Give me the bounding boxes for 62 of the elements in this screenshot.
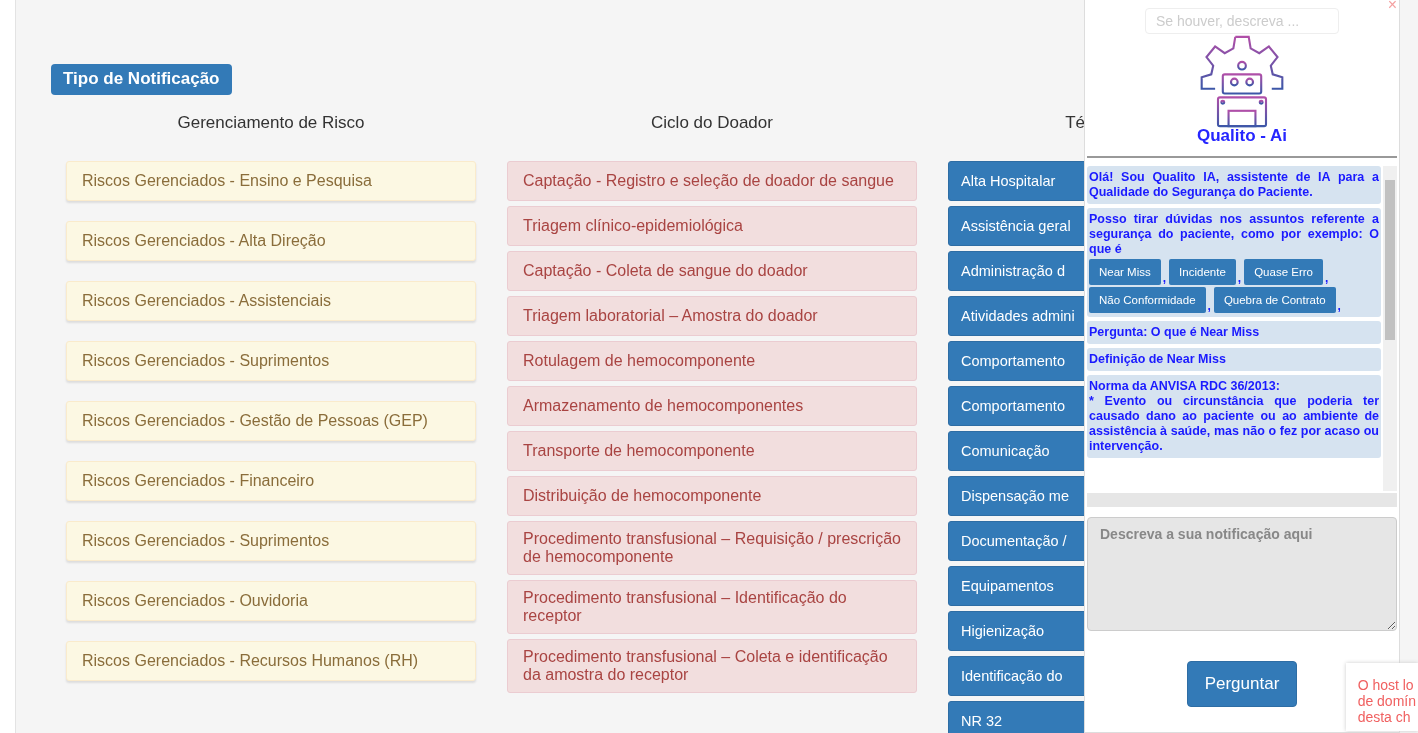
notification-type-button[interactable]: NR 32 xyxy=(948,701,1085,733)
topic-chip[interactable]: Quebra de Contrato xyxy=(1213,287,1336,313)
robot-gear-icon xyxy=(1198,34,1286,130)
scrollbar[interactable] xyxy=(1383,166,1397,491)
topic-chip[interactable]: Near Miss xyxy=(1089,259,1161,285)
notification-type-button[interactable]: Assistência geral xyxy=(948,206,1085,246)
toast-text: O host lo xyxy=(1357,677,1415,693)
notification-type-button[interactable]: Documentação / xyxy=(948,521,1085,561)
notification-type-button[interactable]: Riscos Gerenciados - Recursos Humanos (RH) xyxy=(66,641,476,681)
notification-type-button[interactable]: Comportamento xyxy=(948,386,1085,426)
ask-button[interactable]: Perguntar xyxy=(1186,661,1298,707)
message-text: * Evento ou circunstância que poderia ter causado dano ao paciente ou ao ambiente de assistência à saúde, mas não o fez por acaso ou intervenção. xyxy=(1089,394,1379,454)
notification-type-button[interactable]: Identificação do xyxy=(948,656,1085,696)
notification-type-button[interactable]: Atividades admini xyxy=(948,296,1085,336)
question-field[interactable]: Descreva a sua notificação aqui xyxy=(1087,517,1397,631)
notification-type-button[interactable]: Procedimento transfusional – Identificação do receptor xyxy=(507,580,917,634)
message-text: Posso tirar dúvidas nos assuntos referente a segurança do paciente, como por exemplo: O que é xyxy=(1089,212,1379,257)
toast-text: de domín xyxy=(1357,693,1416,709)
notification-type-button[interactable]: Riscos Gerenciados - Ensino e Pesquisa xyxy=(66,161,476,201)
notification-type-button[interactable]: Riscos Gerenciados - Alta Direção xyxy=(66,221,476,261)
topic-chip[interactable]: Incidente xyxy=(1169,259,1236,285)
notification-type-button[interactable]: Dispensação me xyxy=(948,476,1085,516)
assistant-name: Qualito - Ai xyxy=(1197,126,1287,146)
horizontal-scrollbar[interactable] xyxy=(1087,493,1397,507)
notification-type-button[interactable]: Comportamento xyxy=(948,341,1085,381)
comma-text: , xyxy=(1162,271,1167,285)
notification-type-button[interactable]: Riscos Gerenciados - Suprimentos xyxy=(66,521,476,561)
comma-text: , xyxy=(1337,299,1341,313)
section-label: Tipo de Notificação xyxy=(51,64,232,95)
comma-text: , xyxy=(1237,271,1242,285)
notification-type-button[interactable]: Administração d xyxy=(948,251,1085,291)
notification-type-button[interactable]: Higienização xyxy=(948,611,1085,651)
topic-chip[interactable]: Quase Erro xyxy=(1244,259,1323,285)
notification-type-button[interactable]: Captação - Registro e seleção de doador de sangue xyxy=(507,161,917,201)
message-text: Norma da ANVISA RDC 36/2013: xyxy=(1089,379,1281,394)
comma-text: , xyxy=(1207,299,1211,313)
notification-type-button[interactable]: Triagem laboratorial – Amostra do doador xyxy=(507,296,917,336)
notification-type-button[interactable]: Procedimento transfusional – Coleta e identificação da amostra do receptor xyxy=(507,639,917,693)
column-title: Gerenciamento de Risco xyxy=(176,113,366,134)
notification-type-button[interactable]: Riscos Gerenciados - Suprimentos xyxy=(66,341,476,381)
column-title: Ciclo do Doador xyxy=(650,113,774,134)
message-text: Pergunta: O que é Near Miss xyxy=(1089,325,1261,340)
notification-type-button[interactable]: Procedimento transfusional – Requisição / prescrição de hemocomponente xyxy=(507,521,917,575)
notification-type-button[interactable]: Riscos Gerenciados - Ouvidoria xyxy=(66,581,476,621)
notification-type-button[interactable]: Armazenamento de hemocomponentes xyxy=(507,386,917,426)
notification-type-button[interactable]: Equipamentos xyxy=(948,566,1085,606)
notification-type-button[interactable]: Triagem clínico-epidemiológica xyxy=(507,206,917,246)
notification-type-button[interactable]: Transporte de hemocomponente xyxy=(507,431,917,471)
comma-text: , xyxy=(1324,271,1329,285)
message-text: Olá! Sou Qualito IA, assistente de IA para a Qualidade do Segurança do Paciente. xyxy=(1089,170,1379,200)
toast-text: desta ch xyxy=(1357,709,1412,725)
notification-type-button[interactable]: Distribuição de hemocomponente xyxy=(507,476,917,516)
notification-type-button[interactable]: Riscos Gerenciados - Assistenciais xyxy=(66,281,476,321)
notification-type-button[interactable]: Alta Hospitalar xyxy=(948,161,1085,201)
notification-type-button[interactable]: Captação - Coleta de sangue do doador xyxy=(507,251,917,291)
notification-type-button[interactable]: Riscos Gerenciados - Financeiro xyxy=(66,461,476,501)
topic-chip[interactable]: Não Conformidade xyxy=(1089,287,1206,313)
notification-type-button[interactable]: Riscos Gerenciados - Gestão de Pessoas (GEP) xyxy=(66,401,476,441)
notification-type-button[interactable]: Rotulagem de hemocomponente xyxy=(507,341,917,381)
notification-type-button[interactable]: Comunicação xyxy=(948,431,1085,471)
column-title: Té xyxy=(1064,113,1085,134)
message-text: Definição de Near Miss xyxy=(1089,352,1227,367)
